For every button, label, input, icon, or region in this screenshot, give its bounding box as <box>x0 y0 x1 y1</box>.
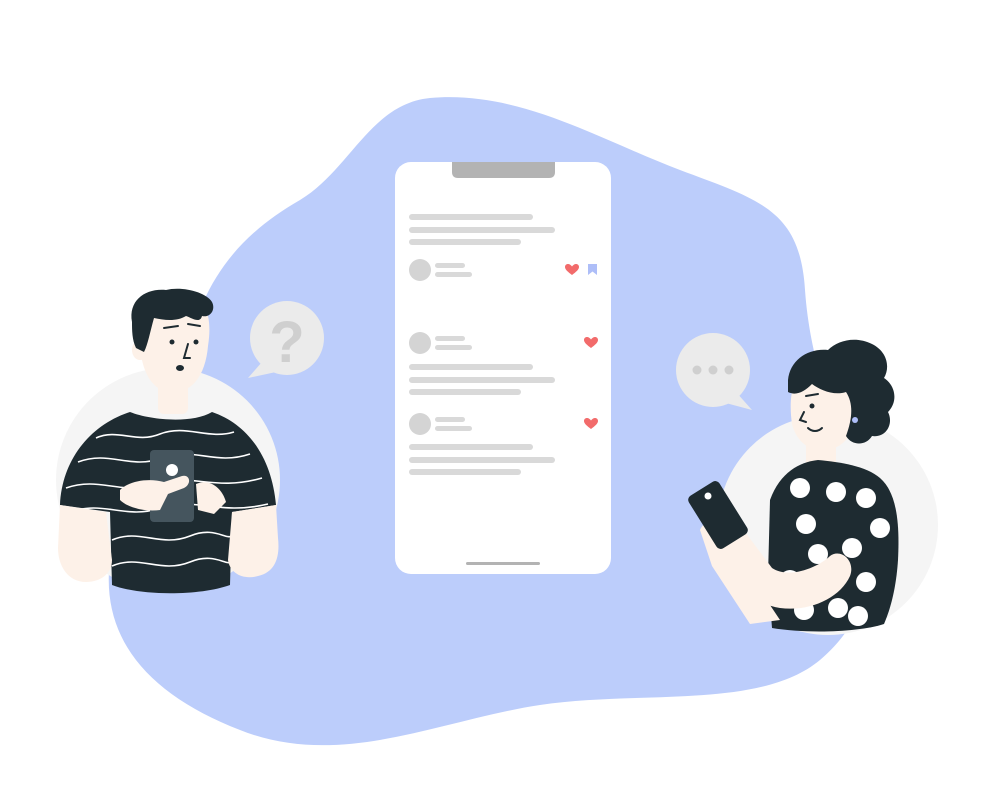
man-right-arm <box>228 505 279 578</box>
meta-line <box>435 426 472 431</box>
post-text-line <box>409 364 533 370</box>
post-text-line <box>409 469 521 475</box>
meta-line <box>435 272 472 277</box>
post-text-line <box>409 377 555 383</box>
ellipsis-icon <box>692 365 734 375</box>
avatar[interactable] <box>409 332 431 354</box>
username-line <box>435 336 465 341</box>
username-line <box>435 263 465 268</box>
post-text-line <box>409 389 521 395</box>
center-phone <box>395 162 611 574</box>
avatar[interactable] <box>409 259 431 281</box>
username-line <box>435 417 465 422</box>
phone-notch <box>452 162 555 178</box>
post-text-line <box>409 227 555 233</box>
post-text-line <box>409 239 521 245</box>
question-mark-icon: ? <box>269 310 304 375</box>
meta-line <box>435 345 472 350</box>
post-text-line <box>409 457 555 463</box>
man-left-arm <box>58 505 112 582</box>
avatar[interactable] <box>409 413 431 435</box>
home-indicator <box>466 562 540 565</box>
post-text-line <box>409 214 533 220</box>
post-text-line <box>409 444 533 450</box>
illustration-scene: ? <box>56 97 938 746</box>
